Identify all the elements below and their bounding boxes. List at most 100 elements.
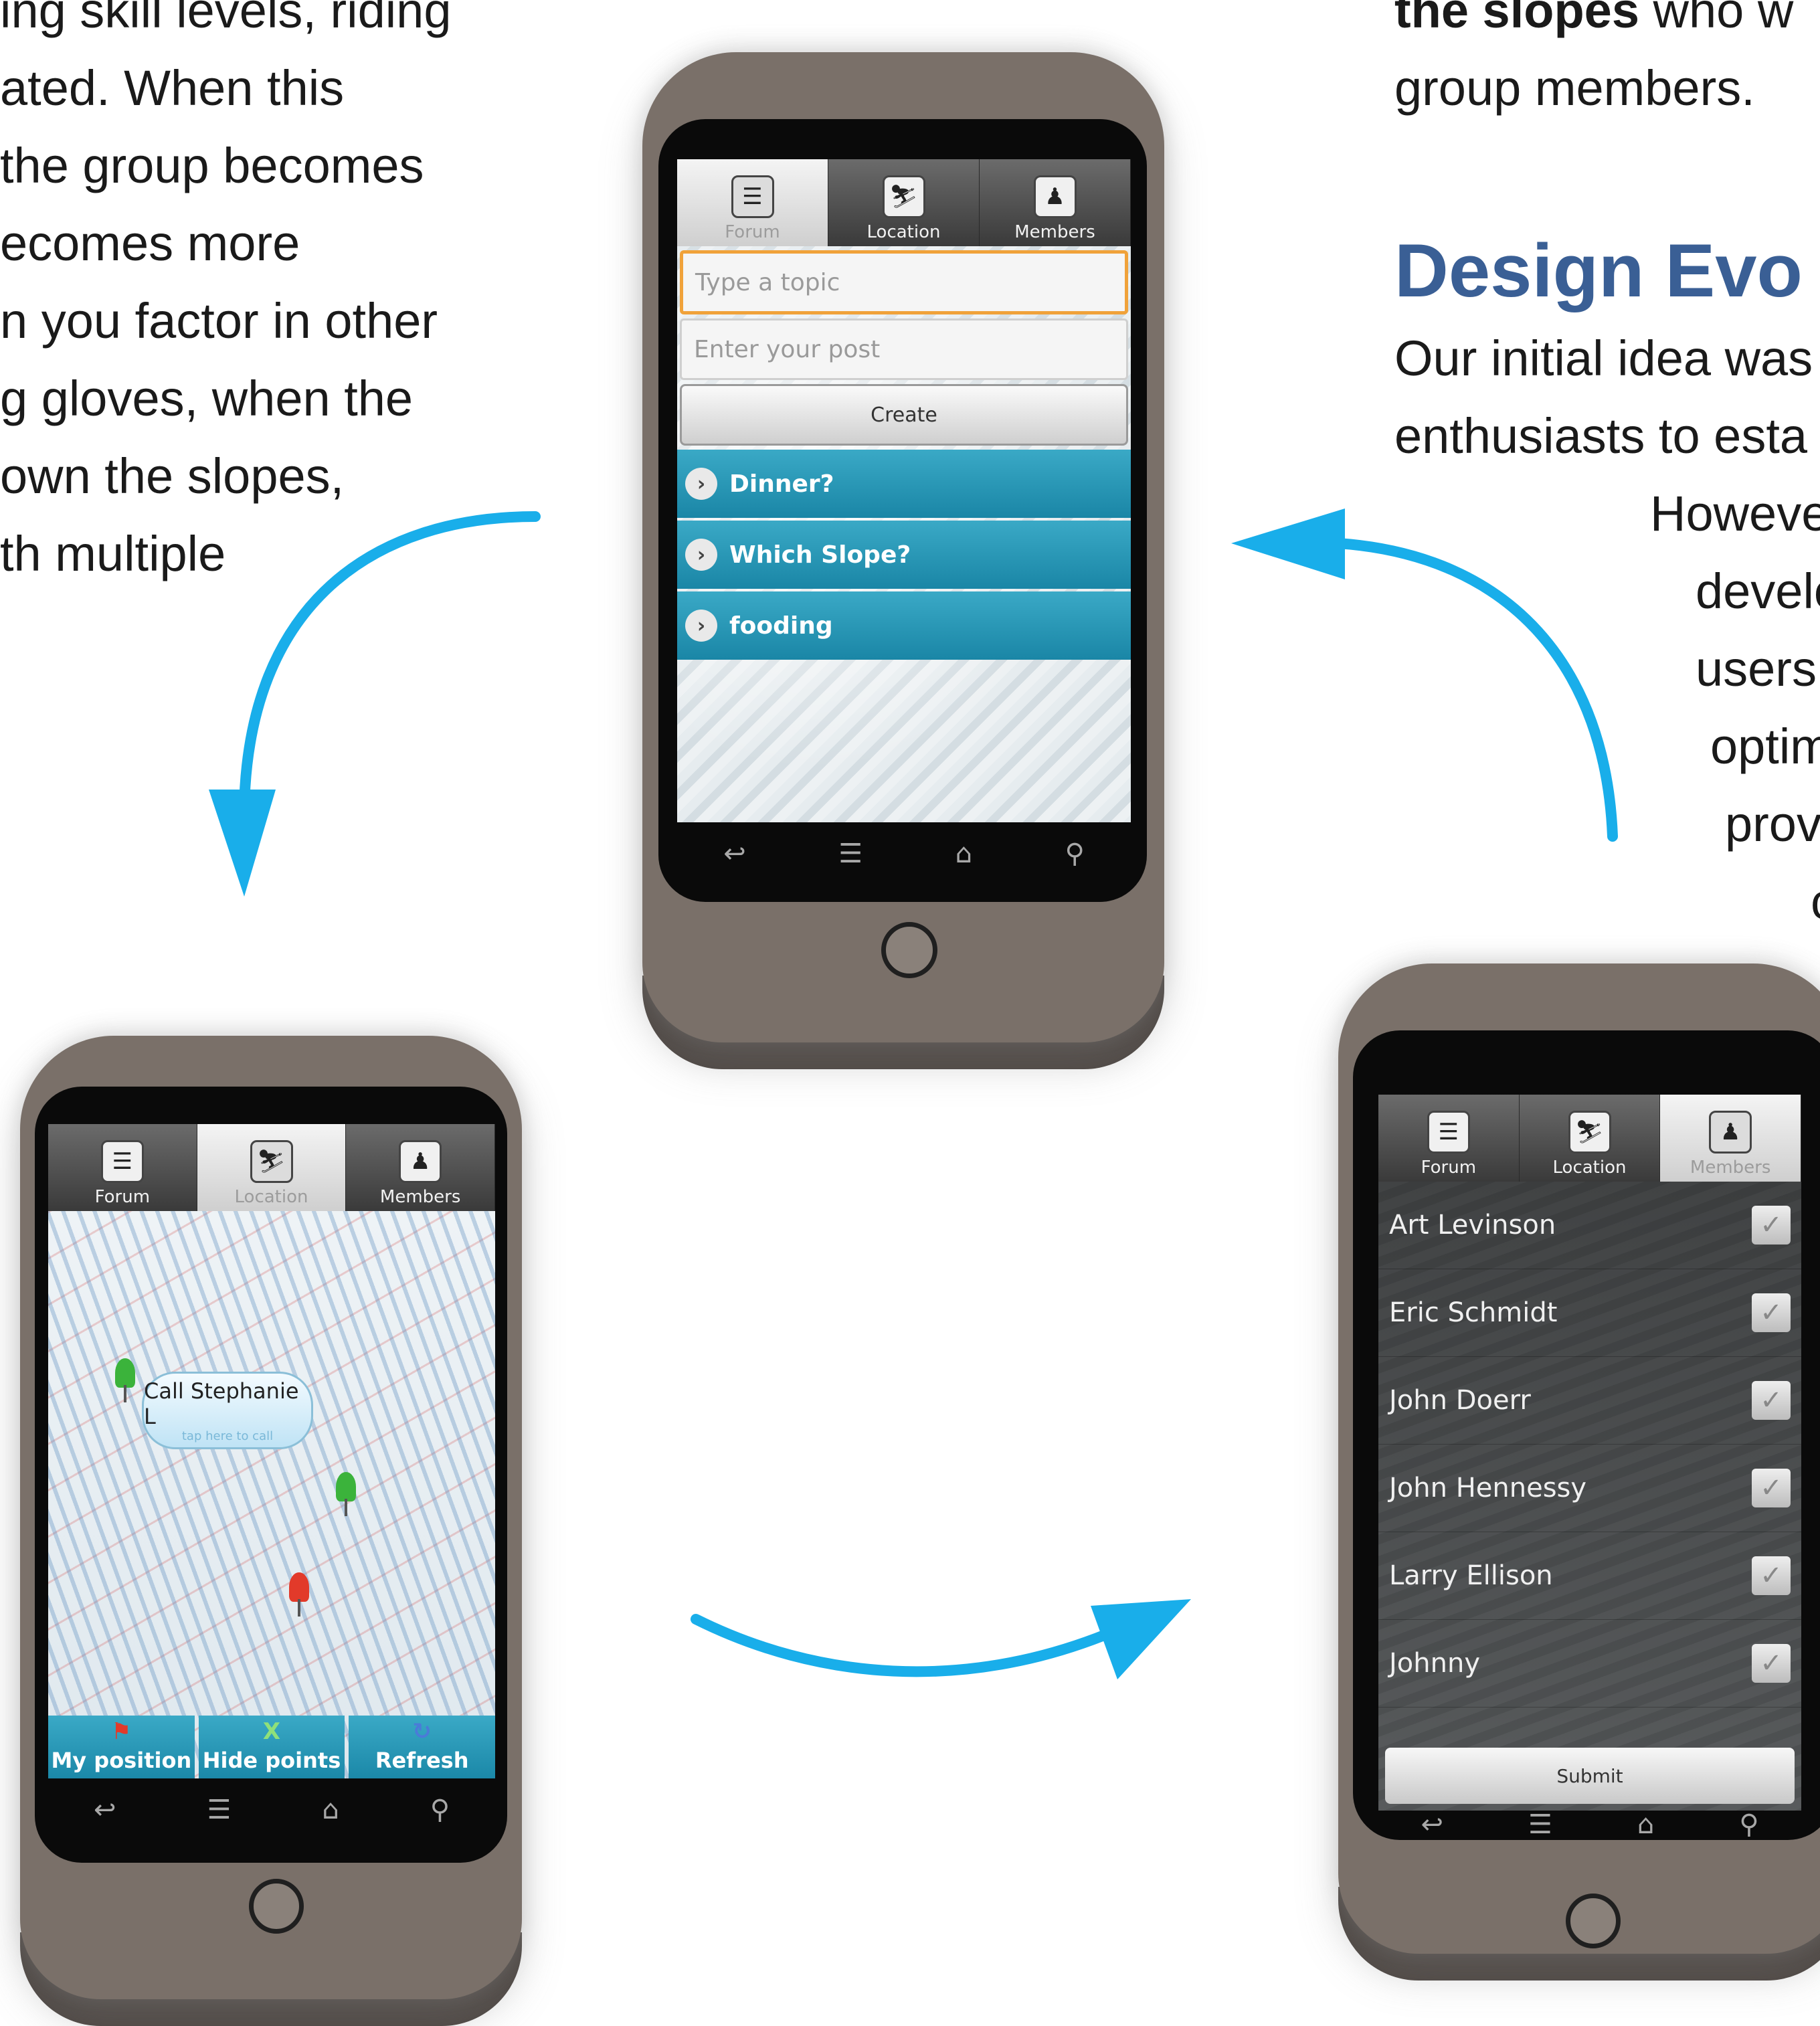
search-icon[interactable]: ⚲ xyxy=(1739,1809,1758,1840)
arrow-top-right-curve xyxy=(1333,538,1618,842)
map-action-bar: ⚑ My position X Hide points ↻ Refresh xyxy=(48,1716,495,1778)
button-label: Refresh xyxy=(375,1748,469,1773)
system-nav-bar: ↩ ☰ ⌂ ⚲ xyxy=(677,822,1131,885)
member-row[interactable]: Eric Schmidt ✓ xyxy=(1378,1269,1801,1357)
member-checkbox[interactable]: ✓ xyxy=(1752,1206,1791,1245)
tab-forum[interactable]: ☰ Forum xyxy=(1378,1095,1520,1182)
member-row[interactable]: Johnny ✓ xyxy=(1378,1620,1801,1708)
member-name: John Hennessy xyxy=(1389,1473,1587,1503)
call-callout[interactable]: Call Stephanie L tap here to call xyxy=(142,1372,313,1449)
x-icon: X xyxy=(262,1718,281,1745)
callout-title: Call Stephanie L xyxy=(144,1378,299,1429)
topic-label: Dinner? xyxy=(729,470,834,498)
member-row[interactable]: Art Levinson ✓ xyxy=(1378,1182,1801,1269)
map-pin-green[interactable] xyxy=(336,1472,356,1516)
map-pin-green[interactable] xyxy=(115,1358,135,1402)
tab-bar: ☰ Forum ⛷ Location ♟ Members xyxy=(48,1124,495,1211)
home-icon[interactable]: ⌂ xyxy=(322,1794,339,1825)
menu-icon[interactable]: ☰ xyxy=(838,838,862,869)
member-row[interactable]: Larry Ellison ✓ xyxy=(1378,1532,1801,1620)
callout-subtitle: tap here to call xyxy=(181,1429,274,1443)
system-nav-bar: ↩ ☰ ⌂ ⚲ xyxy=(1378,1793,1801,1856)
post-input[interactable]: Enter your post xyxy=(680,318,1128,380)
member-checkbox[interactable]: ✓ xyxy=(1752,1644,1791,1683)
tab-members[interactable]: ♟ Members xyxy=(346,1124,495,1211)
chevron-right-icon: › xyxy=(685,539,717,571)
home-button[interactable] xyxy=(1566,1894,1621,1948)
tab-label: Members xyxy=(379,1187,461,1207)
topic-input[interactable]: Type a topic xyxy=(680,250,1128,314)
member-list: Art Levinson ✓ Eric Schmidt ✓ John Doerr… xyxy=(1378,1182,1801,1811)
home-button[interactable] xyxy=(881,922,937,978)
forum-screen: ☰ Forum ⛷ Location ♟ Members Type a topi… xyxy=(677,159,1131,885)
tab-label: Location xyxy=(867,222,941,242)
tab-location[interactable]: ⛷ Location xyxy=(197,1124,347,1211)
member-checkbox[interactable]: ✓ xyxy=(1752,1469,1791,1507)
my-position-button[interactable]: ⚑ My position xyxy=(48,1716,195,1778)
people-icon: ♟ xyxy=(1033,175,1077,218)
tab-label: Forum xyxy=(725,222,780,242)
map-pin-red[interactable] xyxy=(289,1572,309,1617)
home-button[interactable] xyxy=(249,1879,304,1934)
tab-location[interactable]: ⛷ Location xyxy=(828,159,980,246)
home-icon[interactable]: ⌂ xyxy=(955,838,972,869)
tab-forum[interactable]: ☰ Forum xyxy=(677,159,828,246)
chevron-right-icon: › xyxy=(685,610,717,642)
skier-icon: ⛷ xyxy=(250,1140,293,1183)
tab-members[interactable]: ♟ Members xyxy=(980,159,1131,246)
tab-label: Forum xyxy=(94,1187,151,1207)
phone-location: ☰ Forum ⛷ Location ♟ Members Call Stepha… xyxy=(20,1036,522,2026)
system-nav-bar: ↩ ☰ ⌂ ⚲ xyxy=(48,1778,495,1841)
tab-members[interactable]: ♟ Members xyxy=(1660,1095,1801,1182)
menu-icon[interactable]: ☰ xyxy=(207,1794,231,1825)
create-button[interactable]: Create xyxy=(680,384,1128,446)
hide-points-button[interactable]: X Hide points xyxy=(198,1716,345,1778)
phone-members: ☰ Forum ⛷ Location ♟ Members Art Levinso… xyxy=(1338,963,1820,1981)
member-name: Eric Schmidt xyxy=(1389,1297,1558,1328)
member-checkbox[interactable]: ✓ xyxy=(1752,1293,1791,1332)
tab-bar: ☰ Forum ⛷ Location ♟ Members xyxy=(677,159,1131,246)
skier-icon: ⛷ xyxy=(882,175,925,218)
chevron-right-icon: › xyxy=(685,468,717,500)
member-row[interactable]: John Doerr ✓ xyxy=(1378,1357,1801,1445)
button-label: My position xyxy=(51,1748,192,1773)
search-icon[interactable]: ⚲ xyxy=(1065,838,1084,869)
topic-item[interactable]: › Which Slope? xyxy=(677,521,1131,589)
speech-bubble-icon: ☰ xyxy=(100,1140,144,1183)
arrow-head-right xyxy=(1091,1599,1191,1679)
member-name: Johnny xyxy=(1389,1648,1480,1679)
arrow-head-down xyxy=(209,790,276,897)
forum-content: Type a topic Enter your post Create › Di… xyxy=(677,246,1131,822)
people-icon: ♟ xyxy=(399,1140,442,1183)
back-arrow-icon[interactable]: ↩ xyxy=(1421,1809,1443,1840)
tab-label: Forum xyxy=(1421,1158,1477,1178)
topic-label: fooding xyxy=(729,612,833,640)
member-checkbox[interactable]: ✓ xyxy=(1752,1381,1791,1420)
arrow-top-left-curve xyxy=(239,511,541,815)
speech-bubble-icon: ☰ xyxy=(731,175,774,218)
tab-label: Members xyxy=(1014,222,1095,242)
speech-bubble-icon: ☰ xyxy=(1427,1111,1470,1154)
home-icon[interactable]: ⌂ xyxy=(1637,1809,1654,1840)
member-row[interactable]: John Hennessy ✓ xyxy=(1378,1445,1801,1532)
member-name: Larry Ellison xyxy=(1389,1560,1553,1591)
people-icon: ♟ xyxy=(1709,1111,1752,1154)
tab-location[interactable]: ⛷ Location xyxy=(1520,1095,1661,1182)
topic-item[interactable]: › Dinner? xyxy=(677,450,1131,518)
member-checkbox[interactable]: ✓ xyxy=(1752,1556,1791,1595)
refresh-icon: ↻ xyxy=(412,1718,432,1745)
topic-label: Which Slope? xyxy=(729,541,911,569)
trail-map[interactable]: Call Stephanie L tap here to call ⚑ My p… xyxy=(48,1211,495,1778)
member-name: John Doerr xyxy=(1389,1385,1531,1416)
menu-icon[interactable]: ☰ xyxy=(1528,1809,1552,1840)
search-icon[interactable]: ⚲ xyxy=(430,1794,450,1825)
refresh-button[interactable]: ↻ Refresh xyxy=(349,1716,495,1778)
back-arrow-icon[interactable]: ↩ xyxy=(94,1794,116,1825)
tab-label: Location xyxy=(234,1187,308,1207)
phone-forum: ☰ Forum ⛷ Location ♟ Members Type a topi… xyxy=(642,52,1164,1069)
back-arrow-icon[interactable]: ↩ xyxy=(723,838,746,869)
tab-forum[interactable]: ☰ Forum xyxy=(48,1124,197,1211)
topic-item[interactable]: › fooding xyxy=(677,591,1131,660)
pushpin-icon: ⚑ xyxy=(111,1718,132,1745)
tab-bar: ☰ Forum ⛷ Location ♟ Members xyxy=(1378,1095,1801,1182)
